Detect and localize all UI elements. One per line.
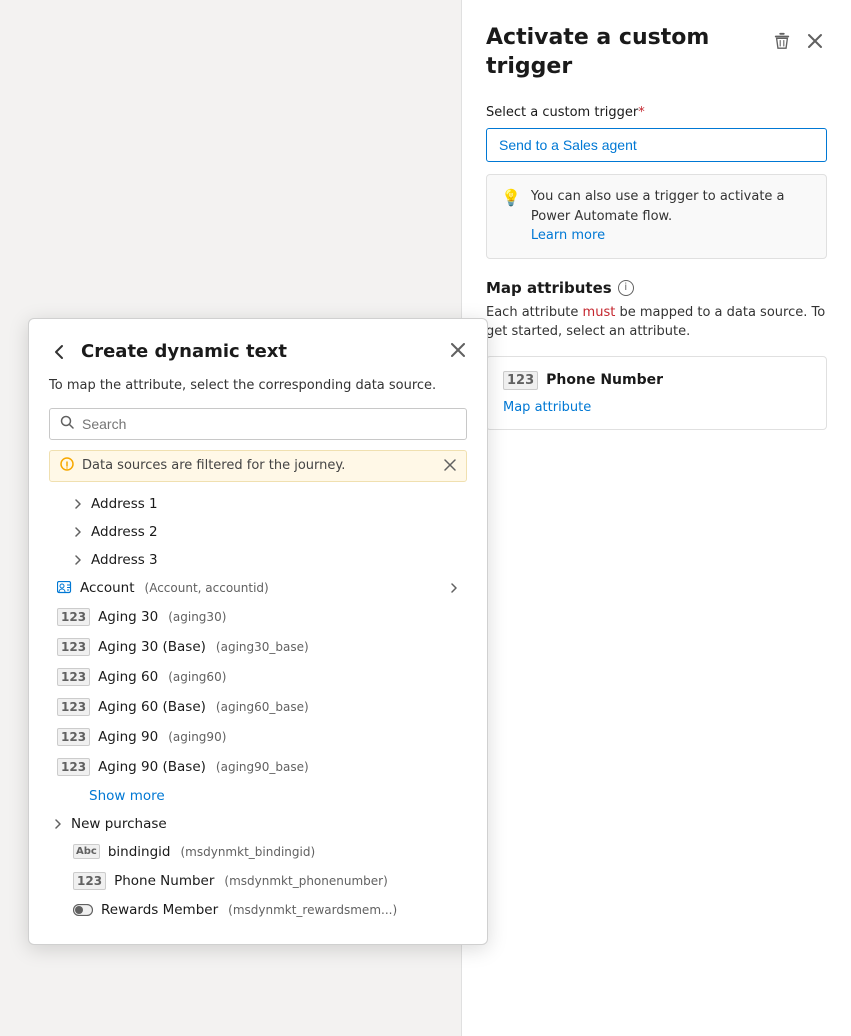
item-sub: (aging30_base) (216, 640, 309, 654)
item-sub: (msdynmkt_phonenumber) (224, 874, 387, 888)
expand-icon (449, 583, 459, 593)
filter-notice: Data sources are filtered for the journe… (49, 450, 467, 482)
phone-number-type-icon: 123 (503, 371, 538, 390)
chevron-right-icon (73, 555, 83, 565)
filter-notice-text: Data sources are filtered for the journe… (82, 458, 345, 473)
item-sub: (aging90_base) (216, 760, 309, 774)
abc-icon: Abc (73, 844, 100, 859)
list-item[interactable]: Address 3 (65, 546, 463, 574)
item-sub: (msdynmkt_bindingid) (180, 845, 315, 859)
link-icon (57, 581, 72, 594)
right-panel: Activate a custom trigger Select a cus (461, 0, 851, 1036)
chevron-right-icon (73, 527, 83, 537)
filter-close-button[interactable] (444, 458, 456, 474)
left-panel-header-left: Create dynamic text (49, 341, 287, 363)
close-left-panel-button[interactable] (449, 339, 467, 364)
search-icon (60, 415, 74, 433)
item-label: Address 2 (91, 524, 158, 540)
num-icon: 123 (57, 758, 90, 776)
left-panel-title: Create dynamic text (81, 341, 287, 362)
section-label: New purchase (71, 816, 167, 832)
item-sub: (msdynmkt_rewardsmem...) (228, 903, 397, 917)
info-box-text: You can also use a trigger to activate a… (531, 187, 812, 246)
item-sub: (Account, accountid) (145, 581, 269, 595)
left-panel-header: Create dynamic text (49, 339, 467, 364)
list-item[interactable]: 123 Aging 30 (aging30) (49, 602, 463, 632)
list-item[interactable]: 123 Aging 90 (Base) (aging90_base) (49, 752, 463, 782)
select-trigger-label: Select a custom trigger* (486, 105, 827, 120)
back-button[interactable] (49, 341, 71, 363)
item-label: Aging 90 (98, 729, 158, 745)
list-item[interactable]: Account (Account, accountid) (49, 574, 463, 602)
list-item[interactable]: 123 Phone Number (msdynmkt_phonenumber) (65, 866, 463, 896)
item-label: Rewards Member (101, 902, 218, 918)
list-item[interactable]: Abc bindingid (msdynmkt_bindingid) (65, 838, 463, 866)
chevron-right-icon (53, 819, 63, 829)
list-item[interactable]: Address 1 (65, 490, 463, 518)
item-label: Account (80, 580, 135, 596)
close-panel-button[interactable] (803, 29, 827, 53)
num-icon: 123 (73, 872, 106, 890)
map-attr-title: Map attributes (486, 279, 612, 297)
item-label: Phone Number (114, 873, 214, 889)
map-attr-desc: Each attribute must be mapped to a data … (486, 303, 827, 342)
show-more-link[interactable]: Show more (49, 782, 463, 810)
item-label: Aging 30 (98, 609, 158, 625)
item-label: bindingid (108, 844, 171, 860)
panel-header: Activate a custom trigger (486, 24, 827, 81)
list-item[interactable]: 123 Aging 30 (Base) (aging30_base) (49, 632, 463, 662)
list-item[interactable]: Rewards Member (msdynmkt_rewardsmem...) (65, 896, 463, 924)
lightbulb-icon: 💡 (501, 188, 521, 246)
search-box[interactable] (49, 408, 467, 440)
num-icon: 123 (57, 728, 90, 746)
search-input[interactable] (82, 416, 456, 432)
info-box: 💡 You can also use a trigger to activate… (486, 174, 827, 259)
item-sub: (aging60) (168, 670, 226, 684)
section-group-label[interactable]: New purchase (49, 810, 463, 838)
item-sub: (aging30) (168, 610, 226, 624)
item-label: Aging 90 (Base) (98, 759, 206, 775)
map-attribute-link[interactable]: Map attribute (503, 400, 591, 415)
filter-notice-icon (60, 457, 74, 475)
must-highlight: must (583, 305, 616, 320)
num-icon: 123 (57, 668, 90, 686)
item-sub: (aging60_base) (216, 700, 309, 714)
map-attr-header: Map attributes i (486, 279, 827, 297)
item-label: Aging 60 (98, 669, 158, 685)
list-item[interactable]: 123 Aging 90 (aging90) (49, 722, 463, 752)
data-list: Address 1 Address 2 Address 3 (49, 490, 467, 924)
trigger-input[interactable] (486, 128, 827, 162)
item-label: Aging 30 (Base) (98, 639, 206, 655)
item-label: Address 3 (91, 552, 158, 568)
left-panel: Create dynamic text To map the attribute… (28, 318, 488, 945)
attr-card-top: 123 Phone Number (503, 371, 810, 390)
num-icon: 123 (57, 698, 90, 716)
item-label: Aging 60 (Base) (98, 699, 206, 715)
panel-title: Activate a custom trigger (486, 24, 769, 81)
num-icon: 123 (57, 638, 90, 656)
phone-number-card: 123 Phone Number Map attribute (486, 356, 827, 430)
item-sub: (aging90) (168, 730, 226, 744)
list-item[interactable]: 123 Aging 60 (aging60) (49, 662, 463, 692)
phone-number-label: Phone Number (546, 372, 663, 388)
map-attr-info-icon[interactable]: i (618, 280, 634, 296)
item-label: Address 1 (91, 496, 158, 512)
left-panel-desc: To map the attribute, select the corresp… (49, 376, 467, 396)
required-star: * (638, 105, 645, 120)
chevron-right-icon (73, 499, 83, 509)
list-item[interactable]: 123 Aging 60 (Base) (aging60_base) (49, 692, 463, 722)
toggle-icon (73, 904, 93, 916)
panel-header-icons (769, 28, 827, 54)
delete-button[interactable] (769, 28, 795, 54)
learn-more-link[interactable]: Learn more (531, 228, 605, 243)
num-icon: 123 (57, 608, 90, 626)
list-item[interactable]: Address 2 (65, 518, 463, 546)
